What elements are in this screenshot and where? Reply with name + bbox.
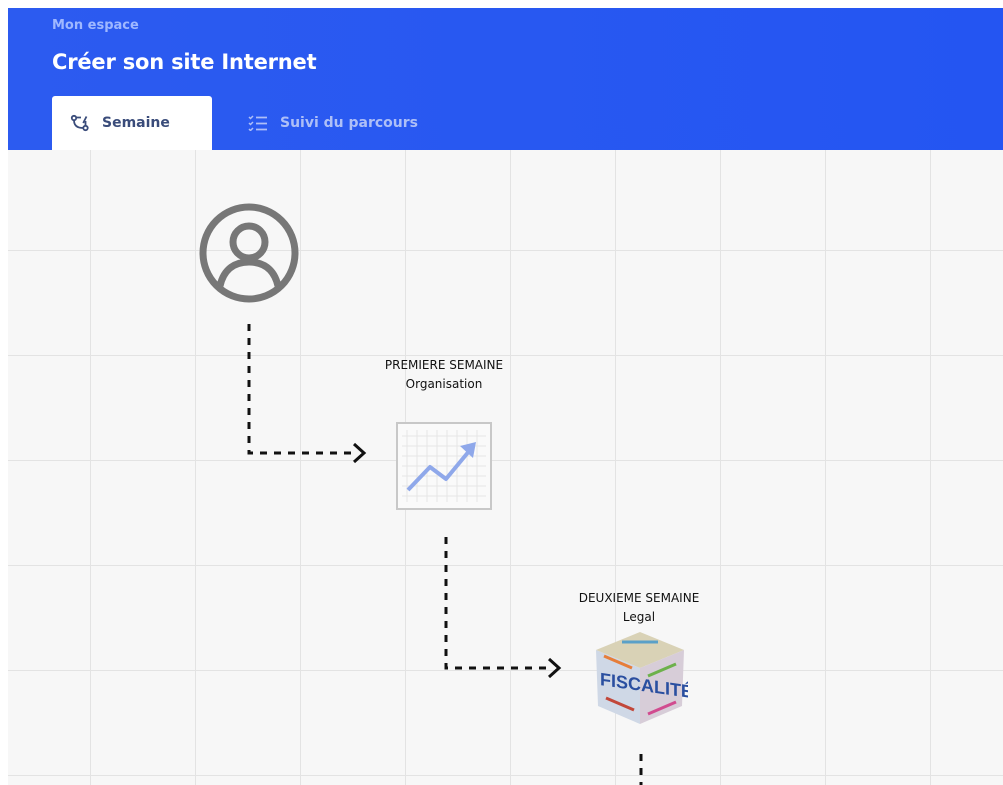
tab-semaine[interactable]: Semaine: [52, 96, 212, 150]
tab-semaine-label: Semaine: [102, 115, 170, 131]
workflow-connectors: [247, 324, 643, 785]
step-2-title: DEUXIEME SEMAINE: [578, 591, 700, 605]
tab-suivi-du-parcours[interactable]: Suivi du parcours: [248, 96, 418, 150]
user-circle-icon[interactable]: [198, 202, 300, 304]
workflow-canvas[interactable]: PREMIERE SEMAINE Organisation DEUXIEME S…: [8, 150, 1003, 785]
checklist-icon: [248, 115, 268, 131]
step-1-title: PREMIERE SEMAINE: [384, 358, 504, 372]
app-frame: Mon espace Créer son site Internet Semai…: [8, 8, 1003, 785]
tab-suivi-label: Suivi du parcours: [280, 115, 419, 131]
line-chart-icon[interactable]: [396, 422, 492, 510]
network-icon: [70, 114, 90, 132]
breadcrumb[interactable]: Mon espace: [52, 18, 139, 33]
fiscalite-cube-icon[interactable]: FISCALITÉ: [592, 628, 693, 728]
page-title: Créer son site Internet: [52, 50, 317, 74]
step-2-label: DEUXIEME SEMAINE Legal: [539, 589, 739, 627]
step-1-label: PREMIERE SEMAINE Organisation: [344, 356, 544, 394]
step-1-subtitle: Organisation: [405, 377, 483, 391]
page-header: Mon espace Créer son site Internet Semai…: [8, 8, 1003, 150]
step-2-subtitle: Legal: [622, 610, 656, 624]
